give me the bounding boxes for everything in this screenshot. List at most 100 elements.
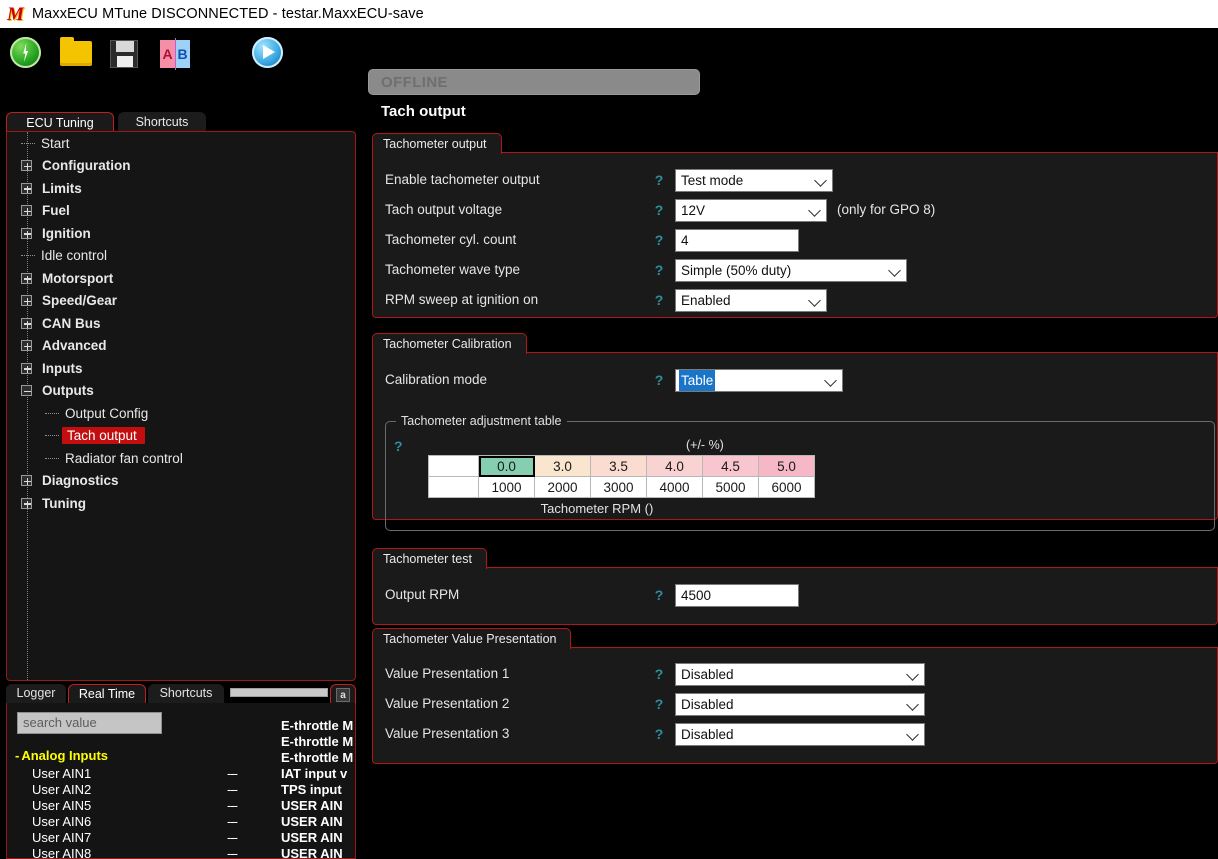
list-item[interactable]: User AIN5 ---	[7, 798, 272, 814]
expand-icon[interactable]	[21, 340, 32, 352]
help-icon[interactable]: ?	[653, 368, 665, 392]
table-cell-value[interactable]: 4.0	[646, 455, 703, 477]
tree-item-inputs[interactable]: Inputs	[7, 357, 355, 380]
tree-item-configuration[interactable]: Configuration	[7, 155, 355, 178]
dropdown-value-presentation-3[interactable]: Disabled	[675, 723, 925, 746]
chevron-down-icon[interactable]	[906, 668, 919, 681]
list-item[interactable]: User AIN8 ---	[7, 846, 272, 858]
expand-icon[interactable]	[21, 362, 32, 374]
search-input[interactable]: search value	[17, 712, 162, 734]
help-icon[interactable]: ?	[653, 228, 665, 252]
table-cell-axis[interactable]: 2000	[534, 476, 591, 498]
tab-logger[interactable]: Logger	[6, 684, 66, 704]
tree-item-limits[interactable]: Limits	[7, 177, 355, 200]
table-cell-axis[interactable]: 3000	[590, 476, 647, 498]
tree-item-fuel[interactable]: Fuel	[7, 200, 355, 223]
list-item-right[interactable]: USER AIN	[281, 830, 355, 846]
list-item[interactable]: User AIN2 ---	[7, 782, 272, 798]
tree-item-outputs[interactable]: Outputs	[7, 380, 355, 403]
tree-item-tuning[interactable]: Tuning	[7, 492, 355, 515]
tree-item-diagnostics[interactable]: Diagnostics	[7, 470, 355, 493]
help-icon[interactable]: ?	[653, 288, 665, 312]
chevron-down-icon[interactable]	[824, 374, 837, 387]
expand-icon[interactable]	[21, 317, 32, 329]
help-icon[interactable]: ?	[653, 583, 665, 607]
chevron-down-icon[interactable]	[888, 264, 901, 277]
table-cell-value[interactable]: 4.5	[702, 455, 759, 477]
chevron-down-icon[interactable]	[808, 294, 821, 307]
flash-ecu-icon[interactable]	[10, 37, 44, 71]
help-icon[interactable]: ?	[653, 722, 665, 746]
expand-icon[interactable]	[21, 182, 32, 194]
help-icon[interactable]: ?	[653, 168, 665, 192]
dropdown-value-presentation-2[interactable]: Disabled	[675, 693, 925, 716]
collapse-icon[interactable]: -	[15, 748, 19, 763]
start-log-icon[interactable]	[252, 37, 286, 71]
table-cell-axis[interactable]: 1000	[478, 476, 535, 498]
help-icon[interactable]: ?	[653, 198, 665, 222]
collapse-icon[interactable]	[21, 385, 32, 397]
expand-icon[interactable]	[21, 272, 32, 284]
tree-item-output-config[interactable]: Output Config	[7, 402, 355, 425]
expand-icon[interactable]	[21, 295, 32, 307]
dropdown-tachometer-wave-type[interactable]: Simple (50% duty)	[675, 259, 907, 282]
tree-item-radiator-fan-control[interactable]: Radiator fan control	[7, 447, 355, 470]
tree-item-speed-gear[interactable]: Speed/Gear	[7, 290, 355, 313]
input-output-rpm[interactable]: 4500	[675, 584, 799, 607]
dropdown-calibration-mode[interactable]: Table	[675, 369, 843, 392]
tab-shortcuts[interactable]: Shortcuts	[118, 112, 206, 132]
tree-item-start[interactable]: Start	[7, 132, 355, 155]
dropdown-tach-output-voltage[interactable]: 12V	[675, 199, 827, 222]
tab-progress-placeholder[interactable]	[230, 684, 328, 704]
dropdown-rpm-sweep-at-ignition-on[interactable]: Enabled	[675, 289, 827, 312]
table-cell-axis[interactable]: 4000	[646, 476, 703, 498]
expand-icon[interactable]	[21, 497, 32, 509]
open-file-icon[interactable]	[60, 37, 94, 71]
table-cell-value[interactable]: 0.0	[478, 455, 535, 477]
list-item-right[interactable]: USER AIN	[281, 814, 355, 830]
table-cell-value[interactable]: 3.0	[534, 455, 591, 477]
list-item-right[interactable]: USER AIN	[281, 846, 355, 858]
chevron-down-icon[interactable]	[906, 698, 919, 711]
expand-icon[interactable]	[21, 160, 32, 172]
list-item-right[interactable]: E-throttle M	[281, 718, 355, 734]
tab-extra-icon[interactable]: a	[330, 684, 356, 704]
help-icon[interactable]: ?	[653, 692, 665, 716]
list-item[interactable]: User AIN6 ---	[7, 814, 272, 830]
table-cell-value[interactable]: 3.5	[590, 455, 647, 477]
expand-icon[interactable]	[21, 475, 32, 487]
chevron-down-icon[interactable]	[808, 204, 821, 217]
tab-real-time[interactable]: Real Time	[68, 684, 146, 704]
tree-item-motorsport[interactable]: Motorsport	[7, 267, 355, 290]
expand-icon[interactable]	[21, 205, 32, 217]
ecu-tuning-tree[interactable]: Start Configuration Limits Fuel Ignition Idle…	[6, 131, 356, 681]
compare-ab-icon[interactable]: A B	[160, 37, 194, 71]
help-icon[interactable]: ?	[653, 258, 665, 282]
help-icon[interactable]: ?	[653, 662, 665, 686]
list-item[interactable]: User AIN7 ---	[7, 830, 272, 846]
analog-inputs-group-header[interactable]: - Analog Inputs	[15, 748, 108, 763]
tab-shortcuts-bottom[interactable]: Shortcuts	[148, 684, 224, 704]
tree-item-idle-control[interactable]: Idle control	[7, 245, 355, 268]
save-file-icon[interactable]	[110, 37, 144, 71]
expand-icon[interactable]	[21, 227, 32, 239]
list-item-right[interactable]: IAT input v	[281, 766, 355, 782]
tree-item-ignition[interactable]: Ignition	[7, 222, 355, 245]
tree-item-tach-output[interactable]: Tach output	[7, 425, 355, 448]
dropdown-value-presentation-1[interactable]: Disabled	[675, 663, 925, 686]
tab-ecu-tuning[interactable]: ECU Tuning	[6, 112, 114, 132]
list-item-right[interactable]: TPS input	[281, 782, 355, 798]
list-item-right[interactable]: USER AIN	[281, 798, 355, 814]
chevron-down-icon[interactable]	[906, 728, 919, 741]
list-item[interactable]: User AIN1 ---	[7, 766, 272, 782]
adjustment-table[interactable]: 0.0 3.0 3.5 4.0 4.5 5.0 1000 2000 3000 4000 5000 6…	[428, 455, 815, 498]
table-cell-axis[interactable]: 5000	[702, 476, 759, 498]
input-tachometer-cyl-count[interactable]: 4	[675, 229, 799, 252]
chevron-down-icon[interactable]	[814, 174, 827, 187]
table-cell-value[interactable]: 5.0	[758, 455, 815, 477]
dropdown-enable-tachometer-output[interactable]: Test mode	[675, 169, 833, 192]
list-item-right[interactable]: E-throttle M	[281, 750, 355, 766]
adjustment-table-help-icon[interactable]: ?	[394, 438, 403, 454]
tree-item-advanced[interactable]: Advanced	[7, 335, 355, 358]
list-item-right[interactable]: E-throttle M	[281, 734, 355, 750]
